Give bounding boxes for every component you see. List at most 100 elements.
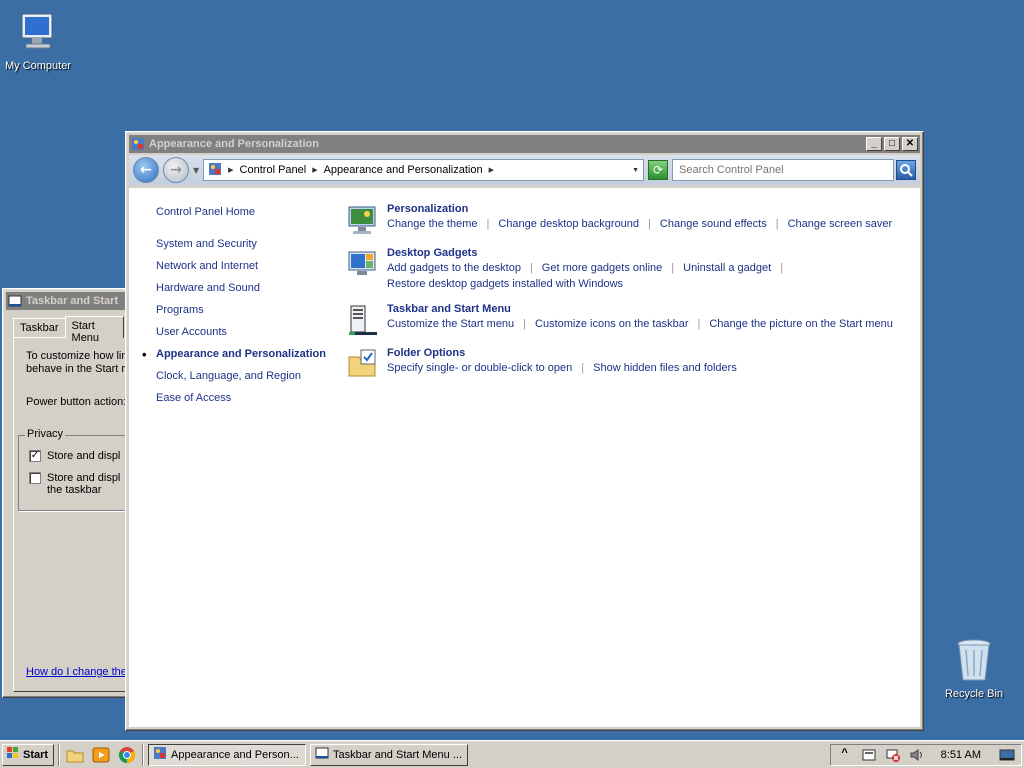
restore-gadgets-link[interactable]: Restore desktop gadgets installed with W… [387, 278, 623, 290]
privacy-check-2-line1: Store and displ [47, 472, 121, 484]
link-separator: | [648, 218, 651, 230]
customize-taskbar-icons-link[interactable]: Customize icons on the taskbar [535, 318, 688, 330]
taskbar-start-menu-icon [347, 304, 379, 336]
nav-clock-language-region[interactable]: Clock, Language, and Region [156, 370, 326, 383]
customize-start-menu-link[interactable]: Customize the Start menu [387, 318, 514, 330]
chevron-right-icon[interactable]: ▶ [312, 166, 317, 174]
taskbar-start-menu-properties-window[interactable]: Taskbar and Start Taskbar Start Menu To … [2, 288, 143, 698]
add-gadgets-link[interactable]: Add gadgets to the desktop [387, 262, 521, 274]
link-separator: | [775, 218, 779, 230]
media-player-quick-launch-icon[interactable] [90, 744, 112, 766]
minimize-button[interactable]: _ [866, 137, 882, 151]
privacy-check-1[interactable]: ✓ Store and displ [29, 450, 120, 462]
tsm-titlebar[interactable]: Taskbar and Start [6, 292, 128, 310]
change-sound-effects-link[interactable]: Change sound effects [660, 218, 767, 230]
close-button[interactable]: ✕ [902, 137, 918, 151]
nav-user-accounts[interactable]: User Accounts [156, 326, 326, 339]
computer-icon [14, 8, 62, 56]
search-field[interactable] [672, 159, 894, 181]
start-label: Start [23, 748, 49, 761]
nav-system-security[interactable]: System and Security [156, 238, 326, 251]
change-theme-link[interactable]: Change the theme [387, 218, 478, 230]
change-screen-saver-link[interactable]: Change screen saver [788, 218, 893, 230]
network-disconnected-icon[interactable] [885, 747, 901, 763]
link-separator: | [486, 218, 490, 230]
taskbar-separator [142, 743, 144, 766]
windows-logo-icon [6, 746, 20, 763]
clock[interactable]: 8:51 AM [941, 749, 981, 761]
link-separator: | [529, 262, 533, 274]
taskbar-start-menu-heading[interactable]: Taskbar and Start Menu [387, 302, 905, 316]
tab-start-menu[interactable]: Start Menu [64, 316, 124, 344]
address-dropdown-icon[interactable]: ▼ [632, 167, 639, 174]
taskbar-button-taskbar-start-menu-label: Taskbar and Start Menu ... [333, 748, 463, 761]
recent-pages-dropdown-icon[interactable]: ▼ [193, 166, 199, 175]
forward-button[interactable]: → [163, 157, 189, 183]
control-panel-icon [131, 137, 145, 151]
uninstall-gadget-link[interactable]: Uninstall a gadget [683, 262, 771, 274]
taskbar: Start Appearance and Person... Taskbar a… [0, 740, 1024, 768]
checkbox-unchecked[interactable] [29, 472, 41, 484]
change-start-menu-picture-link[interactable]: Change the picture on the Start menu [709, 318, 892, 330]
checkbox-checked[interactable]: ✓ [29, 450, 41, 462]
change-desktop-background-link[interactable]: Change desktop background [498, 218, 639, 230]
nav-hardware-sound[interactable]: Hardware and Sound [156, 282, 326, 295]
breadcrumb-control-panel[interactable]: Control Panel [240, 164, 307, 176]
control-panel-taskbar-icon [153, 746, 167, 763]
control-panel-home-link[interactable]: Control Panel Home [156, 206, 326, 219]
desktop-gadgets-heading[interactable]: Desktop Gadgets [387, 246, 905, 260]
start-button[interactable]: Start [2, 743, 54, 766]
action-center-icon[interactable] [861, 747, 877, 763]
show-desktop-icon[interactable] [999, 747, 1015, 763]
chevron-right-icon[interactable]: ▶ [228, 166, 233, 174]
personalization-section: Personalization Change the theme | Change … [345, 202, 905, 236]
start-menu-tab-pane: To customize how linl behave in the Star… [13, 337, 143, 692]
link-separator: | [697, 318, 701, 330]
nav-ease-of-access[interactable]: Ease of Access [156, 392, 326, 405]
privacy-check-2-line2: the taskbar [47, 484, 102, 496]
single-double-click-link[interactable]: Specify single- or double-click to open [387, 362, 572, 374]
search-icon[interactable] [896, 160, 916, 180]
show-hidden-files-link[interactable]: Show hidden files and folders [593, 362, 737, 374]
chrome-quick-launch-icon[interactable] [116, 744, 138, 766]
refresh-button[interactable]: ⟳ [648, 160, 668, 180]
recycle-bin-label: Recycle Bin [944, 688, 1004, 700]
back-button[interactable]: ← [133, 157, 159, 183]
privacy-check-1-label: Store and displ [47, 450, 121, 462]
get-more-gadgets-link[interactable]: Get more gadgets online [542, 262, 662, 274]
recycle-bin-icon [950, 636, 998, 684]
nav-network-internet[interactable]: Network and Internet [156, 260, 326, 273]
link-separator: | [780, 262, 784, 274]
address-bar[interactable]: ▶ Control Panel ▶ Appearance and Persona… [203, 159, 644, 181]
my-computer-label: My Computer [4, 60, 72, 72]
taskbar-button-appearance[interactable]: Appearance and Person... [148, 743, 306, 766]
privacy-check-2[interactable]: Store and displ the taskbar [29, 472, 120, 496]
privacy-group: Privacy ✓ Store and displ Store and disp… [18, 428, 138, 511]
my-computer-desktop-icon[interactable]: My Computer [0, 8, 76, 72]
taskbar-button-taskbar-start-menu[interactable]: Taskbar and Start Menu ... [310, 743, 468, 766]
nav-appearance-label: Appearance and Personalization [156, 348, 326, 360]
explorer-quick-launch-icon[interactable] [64, 744, 86, 766]
folder-options-heading[interactable]: Folder Options [387, 346, 905, 360]
tab-taskbar[interactable]: Taskbar [13, 318, 66, 338]
privacy-check-2-label: Store and displ the taskbar [47, 472, 120, 496]
navigation-bar: ← → ▼ ▶ Control Panel ▶ Appearance and P… [129, 155, 920, 185]
show-hidden-icons-chevron-icon[interactable]: ^ [837, 747, 853, 763]
control-panel-window[interactable]: Appearance and Personalization _ □ ✕ ← →… [125, 131, 924, 731]
help-link[interactable]: How do I change the [26, 666, 127, 678]
link-separator: | [581, 362, 585, 374]
taskbar-props-taskbar-icon [315, 746, 329, 763]
nav-programs[interactable]: Programs [156, 304, 326, 317]
cp-title: Appearance and Personalization [149, 138, 319, 150]
cp-titlebar[interactable]: Appearance and Personalization _ □ ✕ [129, 135, 920, 153]
personalization-heading[interactable]: Personalization [387, 202, 905, 216]
volume-icon[interactable] [909, 747, 925, 763]
taskbar-separator [58, 743, 60, 766]
chevron-right-icon[interactable]: ▶ [489, 166, 494, 174]
breadcrumb-appearance[interactable]: Appearance and Personalization [324, 164, 483, 176]
search-input[interactable] [679, 164, 887, 176]
intro-text-1: To customize how linl [26, 350, 130, 362]
link-separator: | [523, 318, 527, 330]
recycle-bin-desktop-icon[interactable]: Recycle Bin [936, 636, 1012, 700]
maximize-button[interactable]: □ [884, 137, 900, 151]
